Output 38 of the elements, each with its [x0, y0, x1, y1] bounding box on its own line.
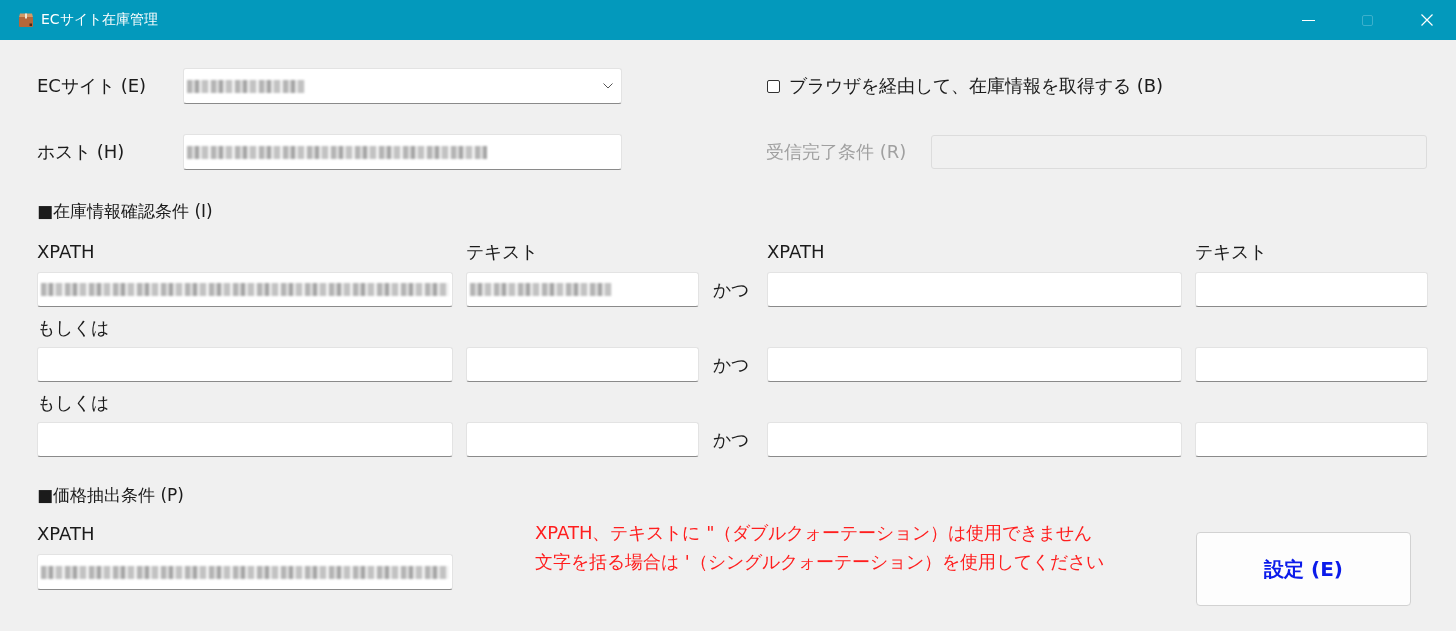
- and-label: かつ: [713, 429, 749, 450]
- column-header: テキスト: [1195, 242, 1267, 262]
- text-input[interactable]: [466, 347, 699, 382]
- site-label: ECサイト (E): [37, 76, 147, 96]
- xpath-input[interactable]: [37, 554, 453, 590]
- chevron-down-icon: [603, 83, 613, 89]
- window-title: ECサイト在庫管理: [41, 11, 158, 29]
- column-header: テキスト: [466, 242, 538, 262]
- checkbox[interactable]: [767, 79, 780, 93]
- warning-text: 文字を括る場合は '（シングルクォーテーション）を使用してください: [535, 550, 1104, 574]
- section-title: ■在庫情報確認条件 (I): [37, 201, 213, 221]
- text-input[interactable]: [1195, 272, 1428, 307]
- and-label: かつ: [713, 279, 749, 300]
- xpath-input[interactable]: [767, 272, 1182, 307]
- column-header: XPATH: [37, 242, 95, 262]
- text-input[interactable]: [1195, 422, 1428, 457]
- text-input[interactable]: [466, 422, 699, 457]
- submit-button[interactable]: 設定 (E): [1196, 532, 1411, 606]
- text-input[interactable]: [466, 272, 699, 307]
- xpath-input[interactable]: [767, 347, 1182, 382]
- xpath-input[interactable]: [767, 422, 1182, 457]
- xpath-input[interactable]: [37, 422, 453, 457]
- text-input[interactable]: [1195, 347, 1428, 382]
- host-input[interactable]: [183, 134, 622, 170]
- or-label: もしくは: [37, 393, 109, 413]
- checkbox-label[interactable]: ブラウザを経由して、在庫情報を取得する (B): [789, 76, 1164, 96]
- and-label: かつ: [713, 354, 749, 375]
- host-label: ホスト (H): [37, 142, 125, 162]
- site-dropdown[interactable]: [183, 68, 622, 104]
- or-label: もしくは: [37, 318, 109, 338]
- column-header: XPATH: [767, 242, 825, 262]
- xpath-input[interactable]: [37, 347, 453, 382]
- section-title: ■価格抽出条件 (P): [37, 485, 184, 505]
- warning-text: XPATH、テキストに "（ダブルクォーテーション）は使用できません: [535, 521, 1093, 545]
- xpath-input[interactable]: [37, 272, 453, 307]
- receive-condition-label: 受信完了条件 (R): [766, 142, 907, 162]
- box-icon: [18, 12, 34, 28]
- xpath-label: XPATH: [37, 524, 95, 544]
